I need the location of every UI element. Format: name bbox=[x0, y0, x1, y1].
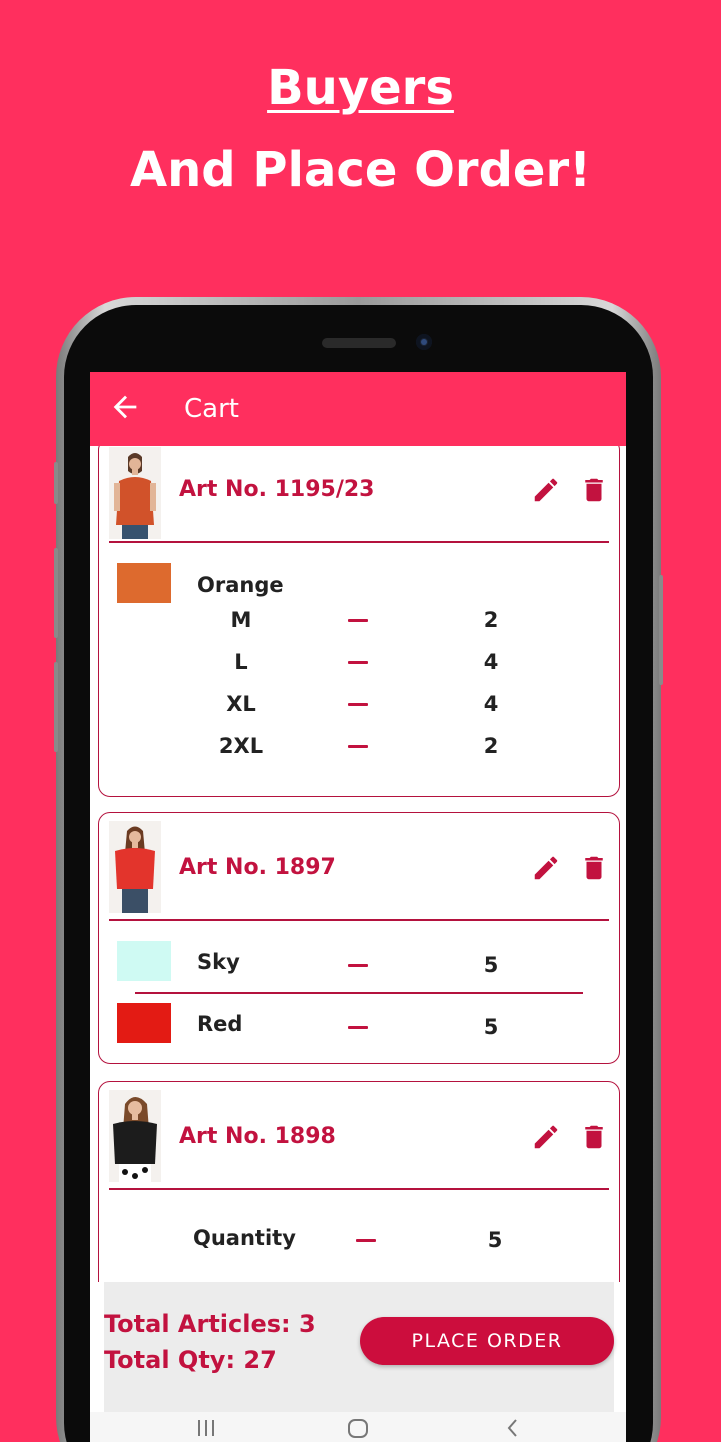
cart-item-card: Art No. 1898 Quantity 5 bbox=[98, 1081, 620, 1282]
quantity-value: 5 bbox=[483, 953, 499, 977]
row-divider bbox=[135, 992, 583, 994]
phone-power-button bbox=[659, 575, 663, 685]
product-thumbnail bbox=[109, 821, 161, 913]
minus-icon[interactable] bbox=[348, 661, 368, 664]
home-icon[interactable] bbox=[346, 1414, 370, 1438]
phone-volume-button bbox=[54, 662, 58, 752]
headline-subtitle: And Place Order! bbox=[129, 142, 592, 198]
cart-footer: Total Articles: 3 Total Qty: 27 PLACE OR… bbox=[104, 1282, 614, 1412]
phone-volume-button bbox=[54, 548, 58, 638]
page-title: Cart bbox=[184, 394, 239, 424]
phone-speaker bbox=[322, 338, 396, 348]
article-number: Art No. 1897 bbox=[179, 855, 336, 880]
color-swatch bbox=[117, 1003, 171, 1043]
size-label: XL bbox=[226, 692, 256, 716]
color-name: Orange bbox=[197, 573, 284, 597]
total-articles: Total Articles: 3 bbox=[104, 1310, 316, 1338]
quantity-value: 2 bbox=[483, 734, 499, 758]
recents-icon[interactable] bbox=[194, 1414, 218, 1438]
color-swatch bbox=[117, 941, 171, 981]
app-bar: Cart bbox=[90, 372, 626, 446]
total-quantity: Total Qty: 27 bbox=[104, 1346, 277, 1374]
minus-icon[interactable] bbox=[348, 1026, 368, 1029]
cart-list[interactable]: Art No. 1195/23 Orange M 2 L 4 XL 4 2XL … bbox=[90, 446, 626, 1282]
trash-icon[interactable] bbox=[579, 1122, 609, 1152]
minus-icon[interactable] bbox=[348, 964, 368, 967]
minus-icon[interactable] bbox=[356, 1239, 376, 1242]
cart-item-card: Art No. 1897 Sky 5 Red 5 bbox=[98, 812, 620, 1064]
article-number: Art No. 1898 bbox=[179, 1124, 336, 1149]
card-divider bbox=[109, 541, 609, 543]
quantity-value: 4 bbox=[483, 692, 499, 716]
minus-icon[interactable] bbox=[348, 619, 368, 622]
pencil-icon[interactable] bbox=[531, 475, 561, 505]
color-name: Red bbox=[197, 1012, 243, 1036]
quantity-value: 5 bbox=[487, 1228, 503, 1252]
arrow-left-icon[interactable] bbox=[108, 390, 142, 424]
cart-item-card: Art No. 1195/23 Orange M 2 L 4 XL 4 2XL … bbox=[98, 446, 620, 797]
product-thumbnail bbox=[109, 447, 161, 539]
quantity-value: 2 bbox=[483, 608, 499, 632]
card-divider bbox=[109, 919, 609, 921]
phone-camera bbox=[416, 334, 432, 350]
quantity-label: Quantity bbox=[193, 1226, 296, 1250]
pencil-icon[interactable] bbox=[531, 853, 561, 883]
color-name: Sky bbox=[197, 950, 240, 974]
color-swatch bbox=[117, 563, 171, 603]
card-divider bbox=[109, 1188, 609, 1190]
size-label: L bbox=[234, 650, 248, 674]
pencil-icon[interactable] bbox=[531, 1122, 561, 1152]
size-label: M bbox=[230, 608, 252, 632]
product-thumbnail bbox=[109, 1090, 161, 1182]
size-label: 2XL bbox=[218, 734, 264, 758]
system-nav-bar bbox=[90, 1412, 626, 1442]
minus-icon[interactable] bbox=[348, 745, 368, 748]
quantity-value: 4 bbox=[483, 650, 499, 674]
quantity-value: 5 bbox=[483, 1015, 499, 1039]
article-number: Art No. 1195/23 bbox=[179, 477, 375, 502]
trash-icon[interactable] bbox=[579, 475, 609, 505]
minus-icon[interactable] bbox=[348, 703, 368, 706]
app-screen: Cart Art No. 1195/23 Orange M 2 L 4 XL 4… bbox=[90, 372, 626, 1442]
trash-icon[interactable] bbox=[579, 853, 609, 883]
chevron-left-icon[interactable] bbox=[500, 1414, 524, 1438]
place-order-button[interactable]: PLACE ORDER bbox=[360, 1317, 614, 1365]
phone-side-button bbox=[54, 462, 58, 504]
headline-title: Buyers bbox=[267, 60, 454, 116]
